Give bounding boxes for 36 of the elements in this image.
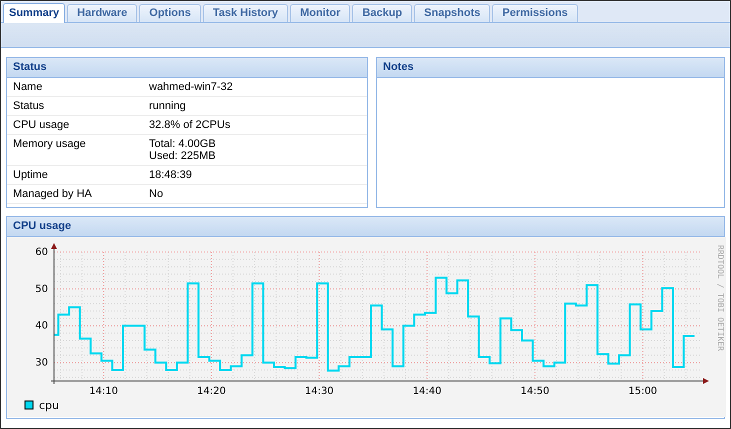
y-tick-label: 60 [35,247,48,258]
x-tick-label: 14:40 [412,386,442,397]
row-value: wahmed-win7-32 [149,81,233,93]
row-label: CPU usage [13,119,70,131]
x-tick-label: 14:50 [520,386,550,397]
tab[interactable]: Monitor [290,4,350,22]
x-tick-label: 14:30 [304,386,334,397]
row-label: Memory usage [13,138,87,152]
row-value: running [149,100,186,112]
tab[interactable]: Options [139,4,201,22]
y-tick-label: 30 [35,358,48,369]
row-value: 32.8% of 2CPUs [149,119,230,131]
tab[interactable]: Summary [3,3,66,23]
y-tick-label: 50 [35,284,48,295]
x-tick-label: 14:20 [197,386,226,397]
row-label: Status [13,100,46,112]
row-value: No [149,188,164,200]
legend-label: cpu [39,399,60,412]
tab[interactable]: Task History [202,4,288,22]
chart-credit: RRDTOOL / TOBI OETIKER [716,245,725,351]
tab[interactable]: Backup [352,4,412,22]
y-tick-label: 40 [35,320,48,332]
panel-title: Notes [377,58,724,78]
row-label: Uptime [13,169,49,181]
row-value: Used: 225MB [149,150,216,162]
panel-title: Status [7,58,367,78]
x-tick-label: 14:10 [89,386,118,397]
tab[interactable]: Permissions [492,4,578,22]
panel-title: CPU usage [7,217,724,237]
row-label: Managed by HA [13,188,93,200]
row-label: Name [13,81,44,93]
row-value: 18:48:39 [149,169,192,181]
x-tick-label: 15:00 [628,386,658,397]
tab[interactable]: Snapshots [414,4,490,22]
row-value: Total: 4.00GB [149,138,216,150]
tab[interactable]: Hardware [67,4,138,22]
